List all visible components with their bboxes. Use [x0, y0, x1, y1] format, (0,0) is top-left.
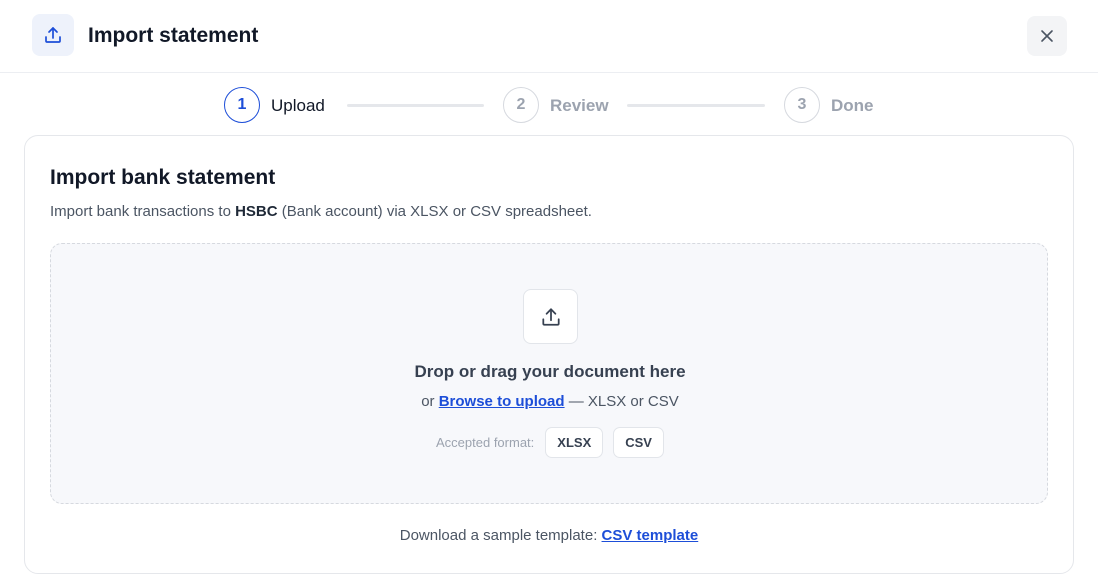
import-card: Import bank statement Import bank transa… — [24, 135, 1074, 574]
step-1-label: Upload — [271, 96, 325, 115]
step-3-label: Done — [831, 96, 874, 115]
sub-suffix: — XLSX or CSV — [564, 393, 679, 410]
card-description: Import bank transactions to HSBC (Bank a… — [50, 202, 592, 222]
close-icon — [1041, 30, 1053, 42]
accepted-formats: Accepted format: XLSX CSV — [51, 427, 1049, 458]
step-connector — [627, 104, 765, 107]
card-title: Import bank statement — [50, 166, 276, 189]
desc-prefix: Import bank transactions to — [50, 203, 236, 220]
csv-template-link[interactable]: CSV template — [602, 527, 699, 544]
close-button[interactable] — [1027, 16, 1067, 56]
step-3-number: 3 — [784, 87, 820, 123]
upload-icon — [523, 289, 578, 344]
dropzone-title: Drop or drag your document here — [414, 362, 686, 381]
account-name: HSBC — [235, 203, 278, 220]
dropzone-subtitle: or Browse to upload — XLSX or CSV — [51, 392, 1049, 412]
dialog-header: Import statement — [0, 0, 1098, 73]
browse-upload-link[interactable]: Browse to upload — [439, 393, 565, 410]
sub-prefix: or — [421, 393, 439, 410]
step-connector — [347, 104, 484, 107]
step-1-number: 1 — [224, 87, 260, 123]
file-dropzone[interactable]: Drop or drag your document here or Brows… — [50, 243, 1048, 504]
import-statement-dialog: Import statement 1 Upload 2 Review 3 Don… — [0, 0, 1098, 586]
desc-suffix: (Bank account) via XLSX or CSV spreadshe… — [277, 203, 592, 220]
formats-label: Accepted format: — [436, 435, 535, 450]
template-prefix: Download a sample template: — [399, 527, 602, 544]
import-stepper: 1 Upload 2 Review 3 Done — [0, 87, 1098, 123]
sample-template-line: Download a sample template: CSV template — [25, 526, 1073, 546]
step-2-number: 2 — [503, 87, 539, 123]
upload-icon — [32, 14, 74, 56]
format-chip-csv: CSV — [613, 427, 664, 458]
step-2-label: Review — [550, 96, 609, 115]
dialog-title: Import statement — [88, 24, 259, 47]
format-chip-xlsx: XLSX — [545, 427, 604, 458]
